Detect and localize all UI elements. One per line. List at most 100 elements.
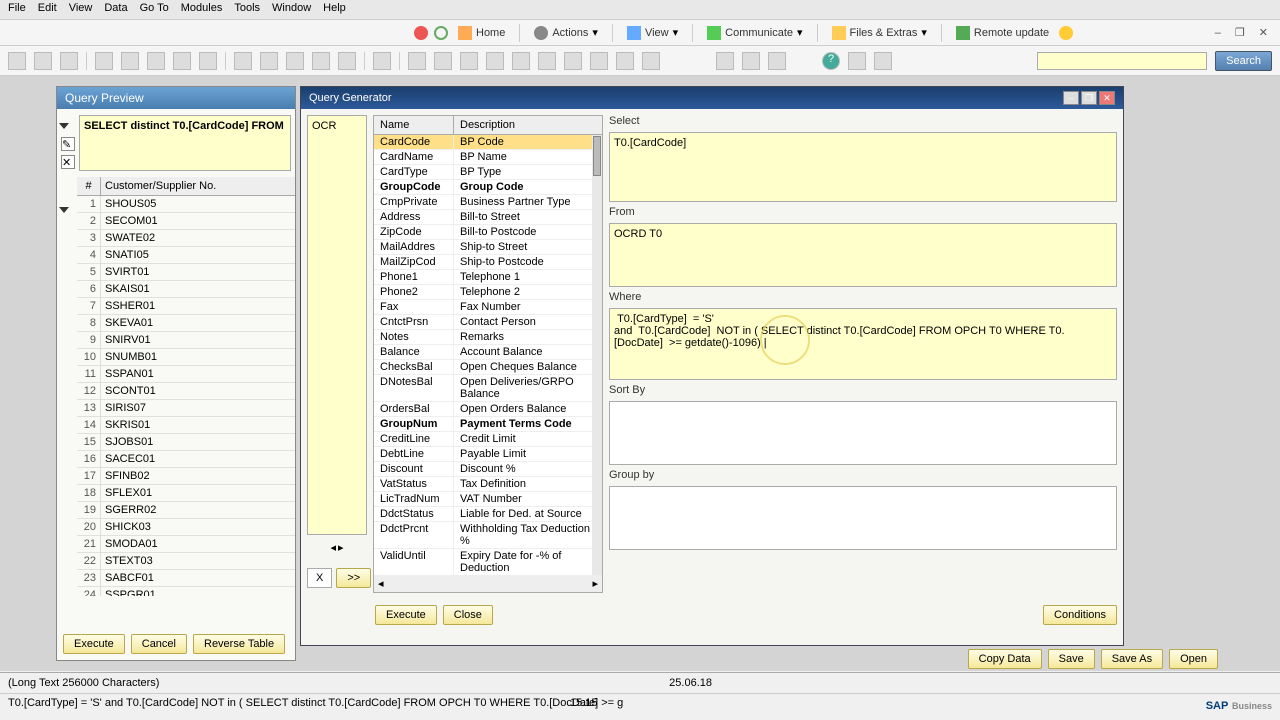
field-row[interactable]: ValidUntilExpiry Date for -% of Deductio… (374, 549, 602, 575)
field-row[interactable]: VatStatusTax Definition (374, 477, 602, 492)
nav-right-icon[interactable]: ▸ (338, 541, 344, 554)
result-row[interactable]: 24SSPGR01 (77, 587, 295, 596)
toolbar-files[interactable]: Files & Extras▾ (828, 24, 931, 42)
result-row[interactable]: 11SSPAN01 (77, 366, 295, 383)
tool-icon-19[interactable] (538, 52, 556, 70)
maximize-button[interactable]: ❐ (1081, 91, 1097, 105)
field-row[interactable]: CmpPrivateBusiness Partner Type (374, 195, 602, 210)
menu-data[interactable]: Data (104, 2, 127, 17)
field-row[interactable]: DNotesBalOpen Deliveries/GRPO Balance (374, 375, 602, 402)
qgen-title-bar[interactable]: Query Generator – ❐ ✕ (301, 87, 1123, 109)
copy-data-button[interactable]: Copy Data (968, 649, 1042, 669)
tool-icon-24[interactable] (716, 52, 734, 70)
result-row[interactable]: 15SJOBS01 (77, 434, 295, 451)
result-row[interactable]: 2SECOM01 (77, 213, 295, 230)
hscroll-right-icon[interactable]: ▸ (592, 577, 598, 590)
tool-icon-7[interactable] (173, 52, 191, 70)
open-button[interactable]: Open (1169, 649, 1218, 669)
result-row[interactable]: 6SKAIS01 (77, 281, 295, 298)
field-row[interactable]: LicTradNumVAT Number (374, 492, 602, 507)
preview-execute-button[interactable]: Execute (63, 634, 125, 654)
toolbar-view[interactable]: View▾ (623, 24, 682, 42)
result-row[interactable]: 16SACEC01 (77, 451, 295, 468)
menu-help[interactable]: Help (323, 2, 346, 17)
field-header-desc[interactable]: Description (454, 116, 602, 134)
smile-icon[interactable] (1059, 26, 1073, 40)
save-button[interactable]: Save (1048, 649, 1095, 669)
result-row[interactable]: 22STEXT03 (77, 553, 295, 570)
tool-icon-8[interactable] (199, 52, 217, 70)
field-row[interactable]: MailZipCodShip-to Postcode (374, 255, 602, 270)
minimize-button[interactable]: – (1063, 91, 1079, 105)
tool-icon-10[interactable] (260, 52, 278, 70)
tool-icon-4[interactable] (95, 52, 113, 70)
result-row[interactable]: 8SKEVA01 (77, 315, 295, 332)
hscroll-left-icon[interactable]: ◂ (378, 577, 384, 590)
menu-edit[interactable]: Edit (38, 2, 57, 17)
scrollbar[interactable] (592, 135, 602, 575)
next-button[interactable]: >> (336, 568, 371, 588)
result-row[interactable]: 19SGERR02 (77, 502, 295, 519)
result-row[interactable]: 1SHOUS05 (77, 196, 295, 213)
result-row[interactable]: 5SVIRT01 (77, 264, 295, 281)
result-row[interactable]: 4SNATI05 (77, 247, 295, 264)
qgen-close-button[interactable]: Close (443, 605, 493, 625)
search-button[interactable]: Search (1215, 51, 1272, 71)
tool-icon-20[interactable] (564, 52, 582, 70)
where-input[interactable]: T0.[CardType] = 'S' and T0.[CardCode] NO… (609, 308, 1117, 380)
field-row[interactable]: CardNameBP Name (374, 150, 602, 165)
tool-icon-11[interactable] (286, 52, 304, 70)
close-icon[interactable]: ✕ (1255, 26, 1272, 39)
field-row[interactable]: OrdersBalOpen Orders Balance (374, 402, 602, 417)
field-list[interactable]: CardCodeBP CodeCardNameBP NameCardTypeBP… (374, 135, 602, 575)
restore-icon[interactable]: ❐ (1231, 26, 1249, 39)
menu-tools[interactable]: Tools (234, 2, 260, 17)
edit-icon[interactable]: ✎ (61, 137, 75, 151)
menu-goto[interactable]: Go To (140, 2, 169, 17)
tool-icon-1[interactable] (8, 52, 26, 70)
result-row[interactable]: 20SHICK03 (77, 519, 295, 536)
tool-icon-3[interactable] (60, 52, 78, 70)
stop-icon[interactable] (414, 26, 428, 40)
menu-window[interactable]: Window (272, 2, 311, 17)
tool-icon-2[interactable] (34, 52, 52, 70)
save-as-button[interactable]: Save As (1101, 649, 1163, 669)
tool-icon-18[interactable] (512, 52, 530, 70)
toolbar-remote[interactable]: Remote update (952, 24, 1053, 42)
tool-icon-13[interactable] (338, 52, 356, 70)
result-row[interactable]: 21SMODA01 (77, 536, 295, 553)
toolbar-communicate[interactable]: Communicate▾ (703, 24, 806, 42)
menu-view[interactable]: View (69, 2, 93, 17)
toolbar-home[interactable]: Home (454, 24, 509, 42)
result-row[interactable]: 17SFINB02 (77, 468, 295, 485)
field-row[interactable]: GroupCodeGroup Code (374, 180, 602, 195)
scroll-thumb[interactable] (593, 136, 601, 176)
field-row[interactable]: CardTypeBP Type (374, 165, 602, 180)
collapse-results-icon[interactable] (59, 207, 69, 213)
tool-icon-12[interactable] (312, 52, 330, 70)
result-row[interactable]: 18SFLEX01 (77, 485, 295, 502)
result-row[interactable]: 10SNUMB01 (77, 349, 295, 366)
result-row[interactable]: 9SNIRV01 (77, 332, 295, 349)
search-input[interactable] (1037, 52, 1207, 70)
tool-icon-9[interactable] (234, 52, 252, 70)
result-row[interactable]: 23SABCF01 (77, 570, 295, 587)
result-row[interactable]: 3SWATE02 (77, 230, 295, 247)
field-row[interactable]: FaxFax Number (374, 300, 602, 315)
tool-icon-6[interactable] (147, 52, 165, 70)
field-row[interactable]: NotesRemarks (374, 330, 602, 345)
minimize-icon[interactable]: – (1211, 27, 1225, 39)
tool-icon-26[interactable] (768, 52, 786, 70)
tool-icon-27[interactable] (848, 52, 866, 70)
from-input[interactable]: OCRD T0 (609, 223, 1117, 287)
field-row[interactable]: AddressBill-to Street (374, 210, 602, 225)
field-row[interactable]: DiscountDiscount % (374, 462, 602, 477)
tool-icon-17[interactable] (486, 52, 504, 70)
result-row[interactable]: 12SCONT01 (77, 383, 295, 400)
filter-icon[interactable] (373, 52, 391, 70)
tool-icon-22[interactable] (616, 52, 634, 70)
close-button[interactable]: ✕ (1099, 91, 1115, 105)
help-icon[interactable]: ? (822, 52, 840, 70)
groupby-input[interactable] (609, 486, 1117, 550)
toolbar-actions[interactable]: Actions▾ (530, 24, 602, 42)
